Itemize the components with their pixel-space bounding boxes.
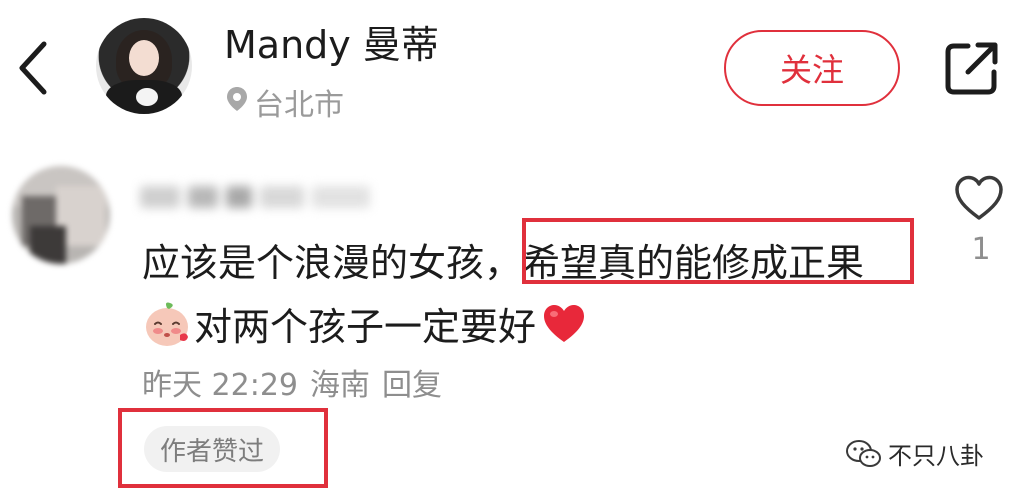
like-count: 1 [971, 232, 991, 267]
blushing-peach-emoji-icon [146, 302, 188, 346]
red-heart-emoji-icon [544, 304, 585, 342]
comment-time: 昨天 22:29 [142, 368, 298, 403]
share-icon[interactable] [944, 40, 1000, 96]
commenter-name-blurred[interactable] [140, 180, 370, 214]
comment-text-part: 应该是个浪漫的女孩， [142, 241, 523, 285]
wechat-icon [846, 439, 881, 467]
highlight-box [522, 218, 914, 284]
comment-region: 海南 [310, 368, 370, 403]
back-arrow-icon[interactable] [14, 38, 54, 98]
reply-button[interactable]: 回复 [382, 368, 442, 403]
user-avatar[interactable] [96, 18, 192, 114]
watermark: 不只八卦 [846, 436, 984, 471]
comment-text-line2: 对两个孩子一定要好 [194, 305, 537, 349]
heart-like-icon[interactable] [954, 174, 1004, 222]
comment-meta: 昨天 22:29 海南 回复 [142, 360, 454, 404]
author-liked-badge: 作者赞过 [144, 426, 281, 472]
location-pin-icon [227, 87, 247, 111]
commenter-avatar[interactable] [12, 166, 110, 264]
username[interactable]: Mandy 曼蒂 [224, 14, 439, 69]
watermark-text: 不只八卦 [888, 442, 984, 470]
follow-button[interactable]: 关注 [724, 30, 900, 106]
comment-text-line-2: 对两个孩子一定要好 [142, 296, 586, 351]
location-text: 台北市 [254, 88, 344, 123]
